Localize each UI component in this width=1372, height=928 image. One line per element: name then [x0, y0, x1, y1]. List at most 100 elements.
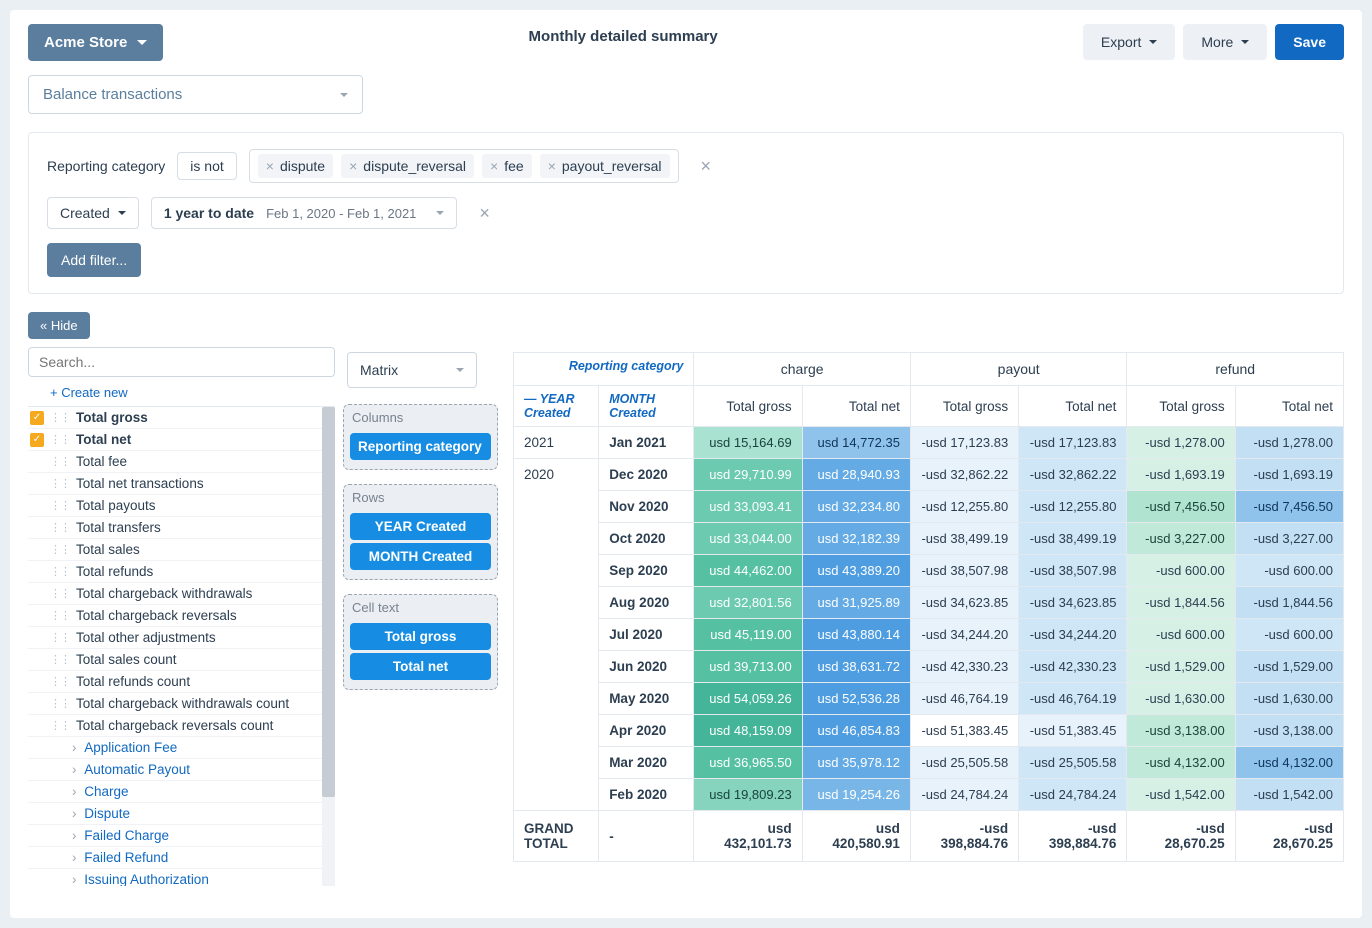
export-button[interactable]: Export [1083, 24, 1175, 60]
category-expander[interactable]: Issuing Authorization [28, 868, 335, 886]
field-pill[interactable]: Total net [350, 653, 491, 680]
filter-tag[interactable]: ×dispute [258, 154, 333, 178]
hide-sidebar-button[interactable]: « Hide [28, 312, 90, 339]
value-cell: usd 36,965.50 [694, 747, 802, 779]
grip-icon[interactable]: ⋮⋮ [50, 719, 70, 732]
field-pill[interactable]: Reporting category [350, 433, 491, 460]
value-cell: usd 52,536.28 [802, 683, 910, 715]
grip-icon[interactable]: ⋮⋮ [50, 521, 70, 534]
search-input[interactable] [28, 347, 335, 377]
value-cell: usd 43,389.20 [802, 555, 910, 587]
value-cell: -usd 1,630.00 [1235, 683, 1343, 715]
remove-filter-icon[interactable]: × [479, 204, 490, 222]
close-icon[interactable]: × [490, 158, 498, 174]
grip-icon[interactable]: ⋮⋮ [50, 543, 70, 556]
value-cell: -usd 1,693.19 [1127, 459, 1235, 491]
category-expander[interactable]: Automatic Payout [28, 758, 335, 780]
field-pill[interactable]: MONTH Created [350, 543, 491, 570]
filter-tag[interactable]: ×dispute_reversal [341, 154, 474, 178]
category-expander[interactable]: Charge [28, 780, 335, 802]
value-cell: -usd 51,383.45 [1019, 715, 1127, 747]
category-expander[interactable]: Failed Charge [28, 824, 335, 846]
value-cell: usd 38,631.72 [802, 651, 910, 683]
checkbox-icon[interactable]: ✓ [30, 433, 44, 447]
columns-dropzone[interactable]: Columns Reporting category [343, 404, 498, 470]
year-header[interactable]: — YEAR Created [514, 386, 599, 427]
grip-icon[interactable]: ⋮⋮ [50, 675, 70, 688]
month-cell: Sep 2020 [599, 555, 694, 587]
grip-icon[interactable]: ⋮⋮ [50, 697, 70, 710]
measure-item[interactable]: ⋮⋮Total chargeback withdrawals count [28, 692, 335, 714]
filter-values[interactable]: ×dispute ×dispute_reversal ×fee ×payout_… [249, 149, 679, 183]
date-range-select[interactable]: 1 year to date Feb 1, 2020 - Feb 1, 2021 [151, 197, 458, 229]
table-row: Jul 2020usd 45,119.00usd 43,880.14-usd 3… [514, 619, 1344, 651]
measure-item[interactable]: ⋮⋮Total other adjustments [28, 626, 335, 648]
table-row: 2020Dec 2020usd 29,710.99usd 28,940.93-u… [514, 459, 1344, 491]
category-expander[interactable]: Application Fee [28, 736, 335, 758]
grip-icon[interactable]: ⋮⋮ [50, 587, 70, 600]
value-cell: -usd 600.00 [1235, 619, 1343, 651]
grip-icon[interactable]: ⋮⋮ [50, 565, 70, 578]
grip-icon[interactable]: ⋮⋮ [50, 477, 70, 490]
grip-icon[interactable]: ⋮⋮ [50, 631, 70, 644]
value-cell: -usd 600.00 [1235, 555, 1343, 587]
grip-icon[interactable]: ⋮⋮ [50, 653, 70, 666]
chevron-down-icon [137, 40, 147, 45]
measure-item[interactable]: ⋮⋮Total payouts [28, 494, 335, 516]
category-expander[interactable]: Dispute [28, 802, 335, 824]
measure-item[interactable]: ⋮⋮Total net transactions [28, 472, 335, 494]
cells-dropzone[interactable]: Cell text Total gross Total net [343, 594, 498, 690]
measure-item[interactable]: ⋮⋮Total refunds count [28, 670, 335, 692]
value-cell: usd 33,093.41 [694, 491, 802, 523]
chevron-down-icon [456, 368, 464, 372]
sub-header: Total net [802, 386, 910, 427]
measure-item[interactable]: ⋮⋮Total sales [28, 538, 335, 560]
value-cell: usd 39,713.00 [694, 651, 802, 683]
store-dropdown[interactable]: Acme Store [28, 24, 163, 61]
checkbox-icon[interactable]: ✓ [30, 411, 44, 425]
chevron-down-icon [118, 211, 126, 215]
grip-icon[interactable]: ⋮⋮ [50, 499, 70, 512]
value-cell: usd 46,854.83 [802, 715, 910, 747]
close-icon[interactable]: × [548, 158, 556, 174]
measure-item[interactable]: ⋮⋮Total sales count [28, 648, 335, 670]
measure-item[interactable]: ⋮⋮Total refunds [28, 560, 335, 582]
measure-item[interactable]: ⋮⋮Total chargeback reversals count [28, 714, 335, 736]
month-header[interactable]: MONTH Created [599, 386, 694, 427]
measure-item[interactable]: ⋮⋮Total transfers [28, 516, 335, 538]
scrollbar-track[interactable] [322, 407, 335, 886]
matrix-table: Reporting category charge payout refund … [513, 352, 1344, 862]
measure-item[interactable]: ⋮⋮Total chargeback withdrawals [28, 582, 335, 604]
value-cell: usd 33,044.00 [694, 523, 802, 555]
grip-icon[interactable]: ⋮⋮ [50, 455, 70, 468]
remove-filter-icon[interactable]: × [701, 157, 712, 175]
measure-item[interactable]: ⋮⋮Total fee [28, 450, 335, 472]
field-pill[interactable]: Total gross [350, 623, 491, 650]
filter-tag[interactable]: ×payout_reversal [540, 154, 670, 178]
more-button[interactable]: More [1183, 24, 1267, 60]
category-expander[interactable]: Failed Refund [28, 846, 335, 868]
add-filter-button[interactable]: Add filter... [47, 243, 141, 277]
field-pill[interactable]: YEAR Created [350, 513, 491, 540]
grip-icon[interactable]: ⋮⋮ [50, 411, 70, 424]
measure-item[interactable]: ⋮⋮Total chargeback reversals [28, 604, 335, 626]
measure-item[interactable]: ✓ ⋮⋮ Total gross [28, 407, 335, 428]
filter-condition[interactable]: is not [177, 152, 236, 180]
measure-item[interactable]: ✓ ⋮⋮ Total net [28, 428, 335, 450]
sub-header: Total net [1019, 386, 1127, 427]
close-icon[interactable]: × [349, 158, 357, 174]
scrollbar-thumb[interactable] [322, 407, 335, 797]
save-button[interactable]: Save [1275, 24, 1344, 60]
year-cell: 2020 [514, 459, 599, 811]
close-icon[interactable]: × [266, 158, 274, 174]
grip-icon[interactable]: ⋮⋮ [50, 609, 70, 622]
data-source-select[interactable]: Balance transactions [28, 75, 363, 114]
view-mode-select[interactable]: Matrix [347, 352, 477, 388]
grip-icon[interactable]: ⋮⋮ [50, 433, 70, 446]
date-field-select[interactable]: Created [47, 197, 139, 229]
page-title: Monthly detailed summary [163, 24, 1083, 45]
create-new-link[interactable]: Create new [28, 377, 335, 406]
filter-tag[interactable]: ×fee [482, 154, 532, 178]
value-cell: -usd 46,764.19 [1019, 683, 1127, 715]
rows-dropzone[interactable]: Rows YEAR Created MONTH Created [343, 484, 498, 580]
